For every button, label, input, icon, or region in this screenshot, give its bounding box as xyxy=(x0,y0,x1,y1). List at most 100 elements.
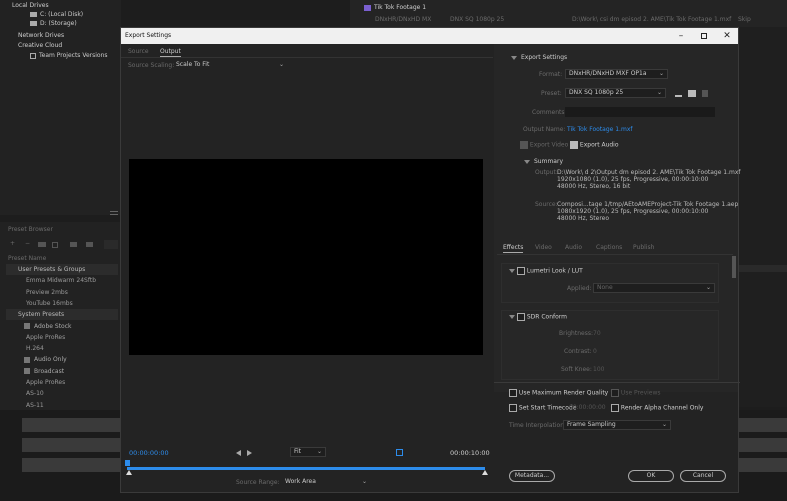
settings-tab-publish[interactable]: Publish xyxy=(633,244,654,251)
tree-item-creative-cloud[interactable]: Creative Cloud xyxy=(18,42,62,49)
comments-input[interactable] xyxy=(565,107,715,117)
set-in-point-icon[interactable] xyxy=(236,450,241,456)
comments-label: Comments: xyxy=(532,109,567,116)
ok-button[interactable]: OK xyxy=(628,470,674,482)
delete-preset-icon[interactable] xyxy=(702,90,708,97)
set-out-point-icon[interactable] xyxy=(247,450,252,456)
queue-output[interactable]: D:\Work\ csi dm episod 2. AME\Tik Tok Fo… xyxy=(572,16,731,23)
in-point-marker[interactable] xyxy=(126,470,132,475)
import-preset-icon[interactable] xyxy=(688,90,696,97)
soft-knee-value[interactable]: 100 xyxy=(593,366,604,373)
import-icon[interactable] xyxy=(70,242,77,247)
start-timecode-value[interactable]: 00:00:00:00 xyxy=(569,404,606,411)
close-button[interactable]: ✕ xyxy=(718,30,736,42)
queue-preset[interactable]: DNX SQ 1080p 25 xyxy=(450,16,504,23)
safe-margins-icon[interactable] xyxy=(396,449,403,456)
preset-list-item[interactable]: Audio Only xyxy=(6,354,118,365)
applied-value: None xyxy=(597,284,613,291)
use-previews-checkbox[interactable]: Use Previews xyxy=(611,389,661,397)
settings-icon[interactable] xyxy=(52,242,58,248)
maximize-button[interactable] xyxy=(695,30,713,42)
tree-item-c-drive[interactable]: C: (Local Disk) xyxy=(30,11,83,18)
preset-list-item[interactable]: Emma Midwarm 24Sftb xyxy=(6,275,118,286)
tree-item-local-drives[interactable]: Local Drives xyxy=(12,2,49,9)
checkbox-icon xyxy=(611,404,619,412)
soft-knee-label: Soft Knee: xyxy=(561,366,592,373)
add-icon[interactable]: + xyxy=(10,240,15,247)
search-field[interactable] xyxy=(104,240,118,249)
preset-list-item[interactable]: Apple ProRes xyxy=(6,332,118,343)
sdr-header[interactable]: SDR Conform xyxy=(509,313,567,321)
lumetri-checkbox[interactable] xyxy=(516,267,525,275)
fit-value: Fit xyxy=(294,448,302,455)
output-name-link[interactable]: Tik Tok Footage 1.mxf xyxy=(567,126,632,133)
cancel-button[interactable]: Cancel xyxy=(680,470,726,482)
queue-format[interactable]: DNxHR/DNxHD MX xyxy=(375,16,431,23)
preset-label: H.264 xyxy=(26,345,44,353)
metadata-button[interactable]: Metadata... xyxy=(509,470,555,482)
lumetri-label: Lumetri Look / LUT xyxy=(526,267,583,275)
export-icon[interactable] xyxy=(86,242,93,247)
export-settings-header[interactable]: Export Settings xyxy=(511,54,567,61)
source-range-value: Work Area xyxy=(285,478,316,485)
contrast-value[interactable]: 0 xyxy=(593,348,597,355)
chevron-down-icon: ⌄ xyxy=(656,89,662,96)
max-render-quality-checkbox[interactable]: Use Maximum Render Quality xyxy=(509,389,608,397)
summary-header[interactable]: Summary xyxy=(524,158,563,165)
tab-source[interactable]: Source xyxy=(128,48,149,55)
preset-list-item[interactable]: AS-10 xyxy=(6,388,118,399)
fit-dropdown[interactable]: Fit ⌄ xyxy=(290,447,326,457)
preset-label: Adobe Stock xyxy=(34,322,72,330)
tree-item-d-drive[interactable]: D: (Storage) xyxy=(30,20,77,27)
preset-list-item[interactable]: YouTube 16mbs xyxy=(6,298,118,309)
settings-tab-audio[interactable]: Audio xyxy=(565,244,582,251)
preset-dropdown[interactable]: DNX SQ 1080p 25 ⌄ xyxy=(565,88,666,98)
minimize-button[interactable]: – xyxy=(672,30,690,42)
preset-label: Preset: xyxy=(541,90,562,97)
chevron-down-icon: ⌄ xyxy=(316,448,322,455)
export-video-label: Export Video xyxy=(529,141,569,149)
right-bg-panel xyxy=(739,27,787,407)
panel-menu-icon[interactable] xyxy=(110,211,118,215)
tree-item-team-projects[interactable]: Team Projects Versions xyxy=(30,52,108,59)
sdr-checkbox[interactable] xyxy=(516,313,525,321)
settings-tabs-divider xyxy=(497,254,733,255)
tab-output[interactable]: Output xyxy=(160,48,181,57)
timeline-bar[interactable] xyxy=(127,467,485,470)
preset-group-header[interactable]: User Presets & Groups xyxy=(6,264,118,275)
out-point-marker[interactable] xyxy=(482,470,488,475)
preset-list-item[interactable]: Preview 2mbs xyxy=(6,287,118,298)
preset-list-item[interactable]: H.264 xyxy=(6,343,118,354)
source-scaling-dropdown[interactable]: Scale To Fit ⌄ xyxy=(172,60,288,70)
applied-dropdown[interactable]: None ⌄ xyxy=(593,283,715,293)
set-start-timecode-checkbox[interactable]: Set Start Timecode xyxy=(509,404,576,412)
lumetri-header[interactable]: Lumetri Look / LUT xyxy=(509,267,583,275)
tree-item-network-drives[interactable]: Network Drives xyxy=(18,32,64,39)
time-interpolation-dropdown[interactable]: Frame Sampling ⌄ xyxy=(563,420,671,430)
render-alpha-checkbox[interactable]: Render Alpha Channel Only xyxy=(611,404,703,412)
settings-tab-effects[interactable]: Effects xyxy=(503,244,524,253)
format-dropdown[interactable]: DNxHR/DNxHD MXF OP1a ⌄ xyxy=(565,69,668,79)
preset-list-item[interactable]: Apple ProRes xyxy=(6,377,118,388)
right-bg-scroll xyxy=(739,265,787,272)
source-range-dropdown[interactable]: Work Area ⌄ xyxy=(281,477,371,487)
queue-item-title[interactable]: Tik Tok Footage 1 xyxy=(364,4,426,11)
checkbox-icon xyxy=(520,141,528,149)
current-time[interactable]: 00:00:00:00 xyxy=(129,449,169,457)
remove-icon[interactable]: − xyxy=(25,240,30,247)
preset-list-item[interactable]: Adobe Stock xyxy=(6,321,118,332)
export-audio-checkbox[interactable]: Export Audio xyxy=(570,141,619,149)
preset-group-header[interactable]: System Presets xyxy=(6,309,118,321)
folder-icon[interactable] xyxy=(38,242,46,247)
brightness-value[interactable]: 70 xyxy=(593,330,601,337)
export-video-checkbox[interactable]: Export Video xyxy=(520,141,568,149)
preset-label: Emma Midwarm 24Sftb xyxy=(26,277,97,285)
chevron-down-icon: ⌄ xyxy=(278,61,284,68)
preset-list-item[interactable]: AS-11 xyxy=(6,400,118,411)
settings-tab-captions[interactable]: Captions xyxy=(596,244,622,251)
save-preset-icon[interactable] xyxy=(675,90,682,97)
playhead[interactable] xyxy=(125,460,130,466)
settings-scrollbar[interactable] xyxy=(732,256,736,278)
settings-tab-video[interactable]: Video xyxy=(535,244,552,251)
preset-list-item[interactable]: Broadcast xyxy=(6,366,118,377)
